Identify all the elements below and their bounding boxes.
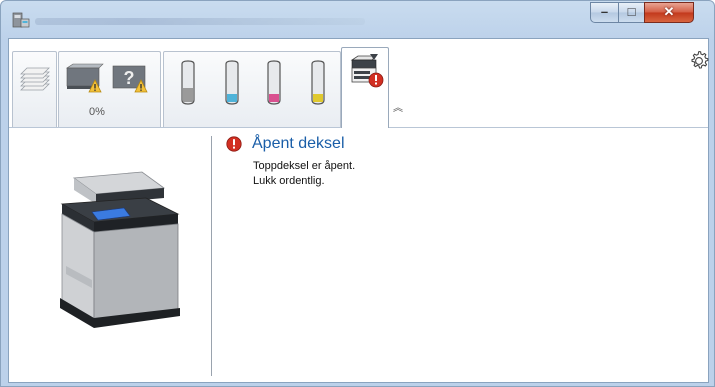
- toner-magenta-icon: [267, 60, 281, 105]
- status-message-line: Lukk ordentlig.: [253, 175, 325, 187]
- status-panel: Åpent deksel Toppdeksel er åpent. Lukk o…: [9, 128, 708, 383]
- tab-toner[interactable]: [163, 51, 341, 127]
- panel-divider: [211, 136, 212, 376]
- paper-stack-icon: [20, 67, 50, 91]
- status-message-line: Toppdeksel er åpent.: [253, 160, 356, 172]
- svg-text:?: ?: [124, 68, 135, 88]
- tab-device[interactable]: [341, 47, 389, 128]
- status-toolbar: ? 0% ︽: [9, 39, 711, 128]
- window-title: [35, 18, 365, 25]
- toner-yellow-icon: [311, 60, 325, 105]
- minimize-button[interactable]: –: [590, 2, 619, 23]
- question-warning-icon: ?: [112, 65, 148, 93]
- progress-percent: 0%: [89, 106, 105, 118]
- chevron-up-icon[interactable]: ︽: [393, 99, 403, 114]
- status-title: Åpent deksel: [252, 135, 345, 152]
- toner-cyan-icon: [225, 60, 239, 105]
- toner-black-icon: [181, 60, 195, 105]
- multifunction-printer-image: [60, 171, 180, 328]
- error-icon: [226, 136, 242, 152]
- client-area: ? 0% ︽ Åpent deksel Toppdeksel er åpent.…: [8, 38, 709, 383]
- tab-status[interactable]: ? 0%: [58, 51, 161, 127]
- printer-monitor-icon: [12, 12, 30, 28]
- maximize-button[interactable]: □: [618, 2, 645, 23]
- title-bar[interactable]: – □ ✕: [1, 1, 714, 39]
- gear-icon[interactable]: [687, 49, 711, 73]
- device-error-icon: [350, 54, 384, 88]
- close-button[interactable]: ✕: [644, 2, 694, 23]
- tab-paper[interactable]: [12, 51, 57, 127]
- printer-warning-icon: [66, 63, 104, 93]
- app-window: – □ ✕ ? 0% ︽ Åpent deksel Toppdeksel er …: [0, 0, 715, 387]
